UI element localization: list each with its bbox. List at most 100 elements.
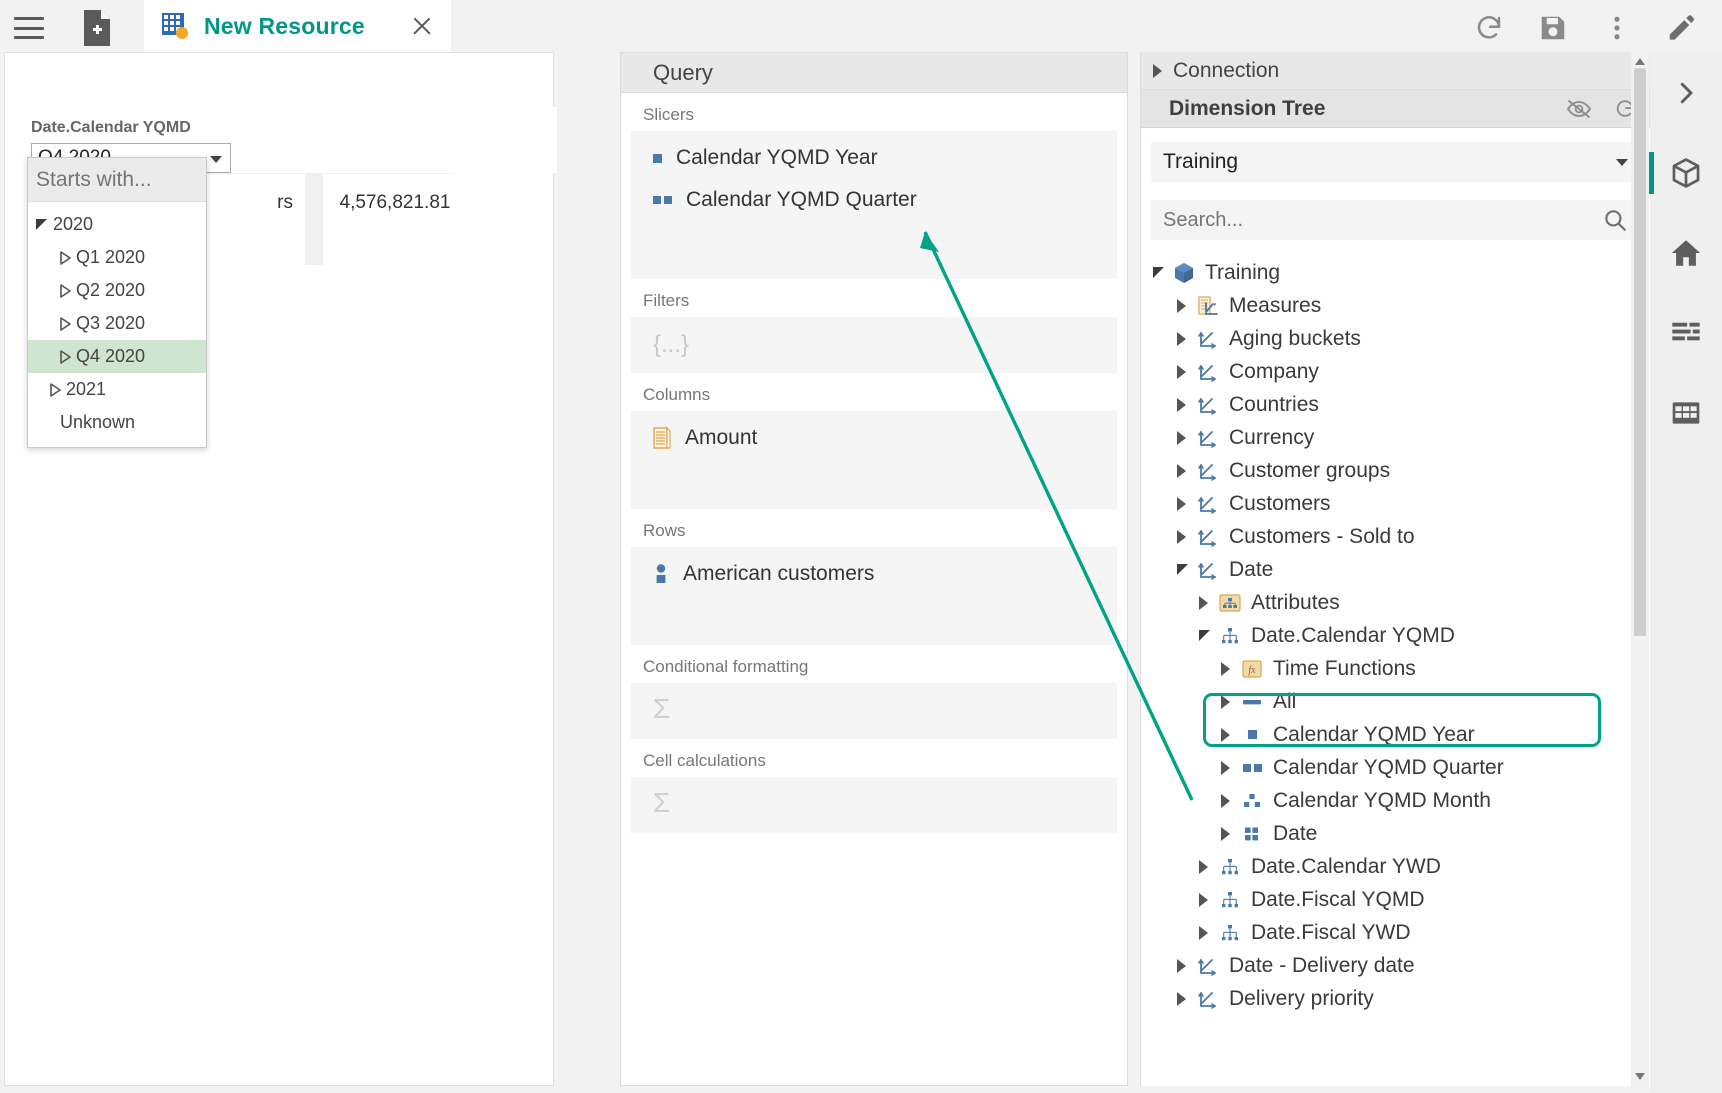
tree-node-currency[interactable]: Currency <box>1141 421 1650 454</box>
tree-node-date-fiscal-yqmd[interactable]: Date.Fiscal YQMD <box>1141 883 1650 916</box>
tree-node-date-calendar-yqmd[interactable]: Date.Calendar YQMD <box>1141 619 1650 652</box>
query-item-calendar-yqmd-year[interactable]: Calendar YQMD Year <box>631 137 1117 179</box>
tree-node-measures[interactable]: Measures <box>1141 289 1650 322</box>
slicer-item-q4-2020[interactable]: Q4 2020 <box>28 340 206 373</box>
tree-node-date-calendar-ywd[interactable]: Date.Calendar YWD <box>1141 850 1650 883</box>
new-document-icon[interactable] <box>80 8 114 48</box>
tree-node-calendar-yqmd-quarter[interactable]: Calendar YQMD Quarter <box>1141 751 1650 784</box>
caret-right-icon[interactable] <box>1193 596 1215 610</box>
dimension-tree: Training Measures <box>1141 256 1650 1015</box>
tree-node-label: Calendar YQMD Month <box>1273 789 1491 813</box>
caret-right-icon[interactable] <box>1171 959 1193 973</box>
tree-node-date-level[interactable]: Date <box>1141 817 1650 850</box>
tree-node-company[interactable]: Company <box>1141 355 1650 388</box>
caret-right-icon[interactable] <box>1215 761 1237 775</box>
tree-search-input[interactable] <box>1163 209 1602 232</box>
caret-down-icon[interactable] <box>1147 267 1169 278</box>
caret-right-icon[interactable] <box>1171 299 1193 313</box>
close-icon[interactable] <box>409 13 435 39</box>
caret-right-icon[interactable] <box>1171 365 1193 379</box>
caret-right-icon[interactable] <box>1171 431 1193 445</box>
layout-button[interactable] <box>1659 306 1713 360</box>
caret-right-icon[interactable] <box>1215 728 1237 742</box>
cell-calculations-dropzone[interactable]: Σ <box>631 777 1117 833</box>
tree-node-all[interactable]: All <box>1141 685 1650 718</box>
caret-right-icon[interactable] <box>1215 794 1237 808</box>
slicer-item-q3-2020[interactable]: Q3 2020 <box>28 307 206 340</box>
scroll-up-icon[interactable] <box>1635 58 1645 65</box>
caret-right-icon[interactable] <box>1215 662 1237 676</box>
tree-node-calendar-yqmd-year[interactable]: Calendar YQMD Year <box>1141 718 1650 751</box>
caret-right-icon[interactable] <box>1193 893 1215 907</box>
caret-right-icon[interactable] <box>1171 992 1193 1006</box>
caret-down-icon[interactable] <box>36 219 47 230</box>
caret-right-icon[interactable] <box>1193 860 1215 874</box>
slicer-item-unknown[interactable]: Unknown <box>28 406 206 439</box>
tree-node-calendar-yqmd-month[interactable]: Calendar YQMD Month <box>1141 784 1650 817</box>
query-item-american-customers[interactable]: American customers <box>631 553 1117 595</box>
pencil-icon[interactable] <box>1666 13 1696 43</box>
tree-node-aging-buckets[interactable]: Aging buckets <box>1141 322 1650 355</box>
caret-right-icon[interactable] <box>50 383 60 397</box>
tree-node-delivery-priority[interactable]: Delivery priority <box>1141 982 1650 1015</box>
slicer-item-q1-2020[interactable]: Q1 2020 <box>28 241 206 274</box>
scrollbar-thumb[interactable] <box>1634 68 1646 636</box>
tree-node-training[interactable]: Training <box>1141 256 1650 289</box>
dimension-icon <box>1193 493 1223 515</box>
search-icon[interactable] <box>1602 207 1628 233</box>
query-section-slicers: Slicers Calendar YQMD Year Calendar YQMD… <box>621 93 1127 279</box>
caret-right-icon[interactable] <box>1171 398 1193 412</box>
tab-new-resource[interactable]: New Resource <box>144 0 451 56</box>
query-section-cell-calculations: Cell calculations Σ <box>621 739 1127 833</box>
cube-view-button[interactable] <box>1659 146 1713 200</box>
slicer-search-input[interactable] <box>36 168 307 192</box>
caret-right-icon[interactable] <box>60 350 70 364</box>
caret-right-icon[interactable] <box>60 317 70 331</box>
conditional-formatting-dropzone[interactable]: Σ <box>631 683 1117 739</box>
slicer-item-q2-2020[interactable]: Q2 2020 <box>28 274 206 307</box>
cube-selector[interactable]: Training <box>1151 142 1640 182</box>
slicers-dropzone[interactable]: Calendar YQMD Year Calendar YQMD Quarter <box>631 131 1117 279</box>
caret-right-icon[interactable] <box>60 251 70 265</box>
kebab-menu-icon[interactable] <box>1602 13 1632 43</box>
tree-node-attributes[interactable]: Attributes <box>1141 586 1650 619</box>
caret-right-icon[interactable] <box>1171 530 1193 544</box>
caret-right-icon[interactable] <box>1215 695 1237 709</box>
table-button[interactable] <box>1659 386 1713 440</box>
tree-node-label: Customers - Sold to <box>1229 525 1415 549</box>
query-item-amount[interactable]: Amount <box>631 417 1117 459</box>
tree-node-date-fiscal-ywd[interactable]: Date.Fiscal YWD <box>1141 916 1650 949</box>
caret-down-icon[interactable] <box>1193 630 1215 641</box>
columns-dropzone[interactable]: Amount <box>631 411 1117 509</box>
tree-node-time-functions[interactable]: fx Time Functions <box>1141 652 1650 685</box>
caret-right-icon[interactable] <box>1171 464 1193 478</box>
tree-node-customers-sold-to[interactable]: Customers - Sold to <box>1141 520 1650 553</box>
tree-node-customer-groups[interactable]: Customer groups <box>1141 454 1650 487</box>
caret-right-icon[interactable] <box>60 284 70 298</box>
dimension-tree-scrollbar[interactable] <box>1631 52 1649 1086</box>
caret-right-icon[interactable] <box>1193 926 1215 940</box>
tree-node-countries[interactable]: Countries <box>1141 388 1650 421</box>
slicer-item-2021[interactable]: 2021 <box>28 373 206 406</box>
caret-right-icon[interactable] <box>1171 332 1193 346</box>
dimension-icon <box>1193 328 1223 350</box>
home-button[interactable] <box>1659 226 1713 280</box>
query-item-calendar-yqmd-quarter[interactable]: Calendar YQMD Quarter <box>631 179 1117 221</box>
tree-node-date[interactable]: Date <box>1141 553 1650 586</box>
caret-right-icon[interactable] <box>1153 64 1163 78</box>
filters-dropzone[interactable]: {...} <box>631 317 1117 373</box>
hamburger-icon[interactable] <box>14 17 44 39</box>
caret-down-icon[interactable] <box>1171 564 1193 575</box>
eye-slash-icon[interactable] <box>1566 99 1592 119</box>
tree-node-date-delivery-date[interactable]: Date - Delivery date <box>1141 949 1650 982</box>
refresh-icon[interactable] <box>1474 13 1504 43</box>
caret-right-icon[interactable] <box>1171 497 1193 511</box>
tree-node-customers[interactable]: Customers <box>1141 487 1650 520</box>
caret-right-icon[interactable] <box>1215 827 1237 841</box>
scroll-down-icon[interactable] <box>1635 1073 1645 1080</box>
slicer-item-2020[interactable]: 2020 <box>28 208 206 241</box>
connection-section-header[interactable]: Connection <box>1141 52 1650 90</box>
rows-dropzone[interactable]: American customers <box>631 547 1117 645</box>
save-floppy-icon[interactable] <box>1538 13 1568 43</box>
expand-panel-button[interactable] <box>1659 66 1713 120</box>
